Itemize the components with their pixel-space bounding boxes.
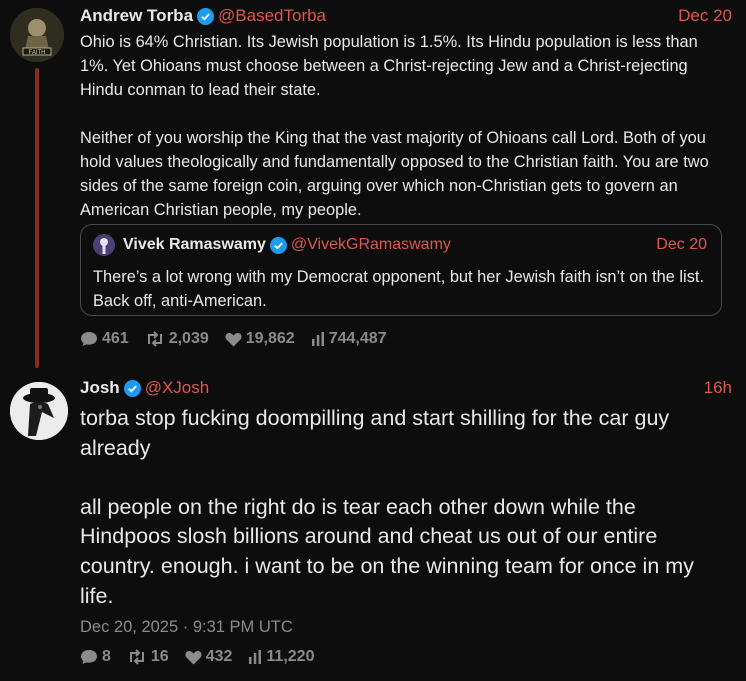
- comment-icon: [81, 650, 97, 664]
- reply-count: 461: [102, 330, 129, 347]
- repost-button[interactable]: 16: [127, 648, 169, 666]
- post-header: Josh @XJosh 16h: [80, 376, 732, 400]
- quote-avatar[interactable]: [93, 234, 115, 256]
- reply-button[interactable]: 8: [80, 648, 111, 666]
- quote-time[interactable]: Dec 20: [656, 236, 707, 254]
- quote-header: Vivek Ramaswamy @VivekGRamaswamy Dec 20: [93, 233, 707, 257]
- repost-icon: [129, 649, 144, 665]
- reply-button[interactable]: 461: [80, 330, 129, 348]
- reply-count: 8: [102, 648, 111, 665]
- views-button[interactable]: 11,220: [248, 648, 314, 666]
- based-shield-icon: FAITH: [10, 8, 64, 62]
- comment-icon: [81, 332, 97, 346]
- quote-author-name[interactable]: Vivek Ramaswamy: [123, 236, 266, 254]
- view-count: 11,220: [266, 648, 315, 665]
- post-header: Andrew Torba @BasedTorba Dec 20: [80, 4, 732, 28]
- like-button[interactable]: 432: [185, 648, 233, 666]
- repost-count: 16: [150, 648, 169, 665]
- post-stats: 461 2,039 19,862 744,487: [80, 330, 403, 348]
- views-button[interactable]: 744,487: [311, 330, 387, 348]
- quote-author-handle[interactable]: @VivekGRamaswamy: [291, 236, 451, 254]
- post-time[interactable]: Dec 20: [678, 6, 732, 26]
- post-datestamp[interactable]: Dec 20, 2025 · 9:31 PM UTC: [80, 618, 293, 637]
- quoted-post[interactable]: Vivek Ramaswamy @VivekGRamaswamy Dec 20 …: [80, 224, 722, 316]
- avatar[interactable]: FAITH: [10, 8, 64, 62]
- author-handle[interactable]: @XJosh: [145, 378, 210, 398]
- vivek-avatar-icon: [93, 234, 115, 256]
- post-stats: 8 16 432 11,220: [80, 648, 330, 666]
- author-name[interactable]: Andrew Torba: [80, 6, 193, 26]
- repost-button[interactable]: 2,039: [145, 330, 209, 348]
- verified-badge-icon: [269, 236, 287, 254]
- post-text: torba stop fucking doompilling and start…: [80, 406, 694, 608]
- like-button[interactable]: 19,862: [225, 330, 295, 348]
- like-count: 432: [205, 648, 233, 665]
- author-handle[interactable]: @BasedTorba: [218, 6, 326, 26]
- heart-icon: [225, 332, 242, 346]
- svg-text:FAITH: FAITH: [28, 50, 45, 56]
- post-torba: FAITH Andrew Torba @BasedTorba Dec 20 Oh…: [0, 0, 746, 360]
- avatar[interactable]: [10, 382, 68, 440]
- view-count: 744,487: [328, 330, 387, 347]
- post-text: Ohio is 64% Christian. Its Jewish popula…: [80, 33, 709, 219]
- verified-badge-icon: [197, 7, 215, 25]
- bar-chart-icon: [249, 650, 262, 664]
- author-name[interactable]: Josh: [80, 378, 120, 398]
- verified-badge-icon: [123, 379, 141, 397]
- heart-icon: [185, 650, 202, 664]
- bar-chart-icon: [311, 332, 324, 346]
- repost-icon: [147, 331, 162, 347]
- quote-text: There’s a lot wrong with my Democrat opp…: [93, 268, 709, 310]
- plague-doctor-avatar-icon: [10, 382, 68, 440]
- post-time[interactable]: 16h: [704, 378, 732, 398]
- like-count: 19,862: [245, 330, 295, 347]
- repost-count: 2,039: [168, 330, 209, 347]
